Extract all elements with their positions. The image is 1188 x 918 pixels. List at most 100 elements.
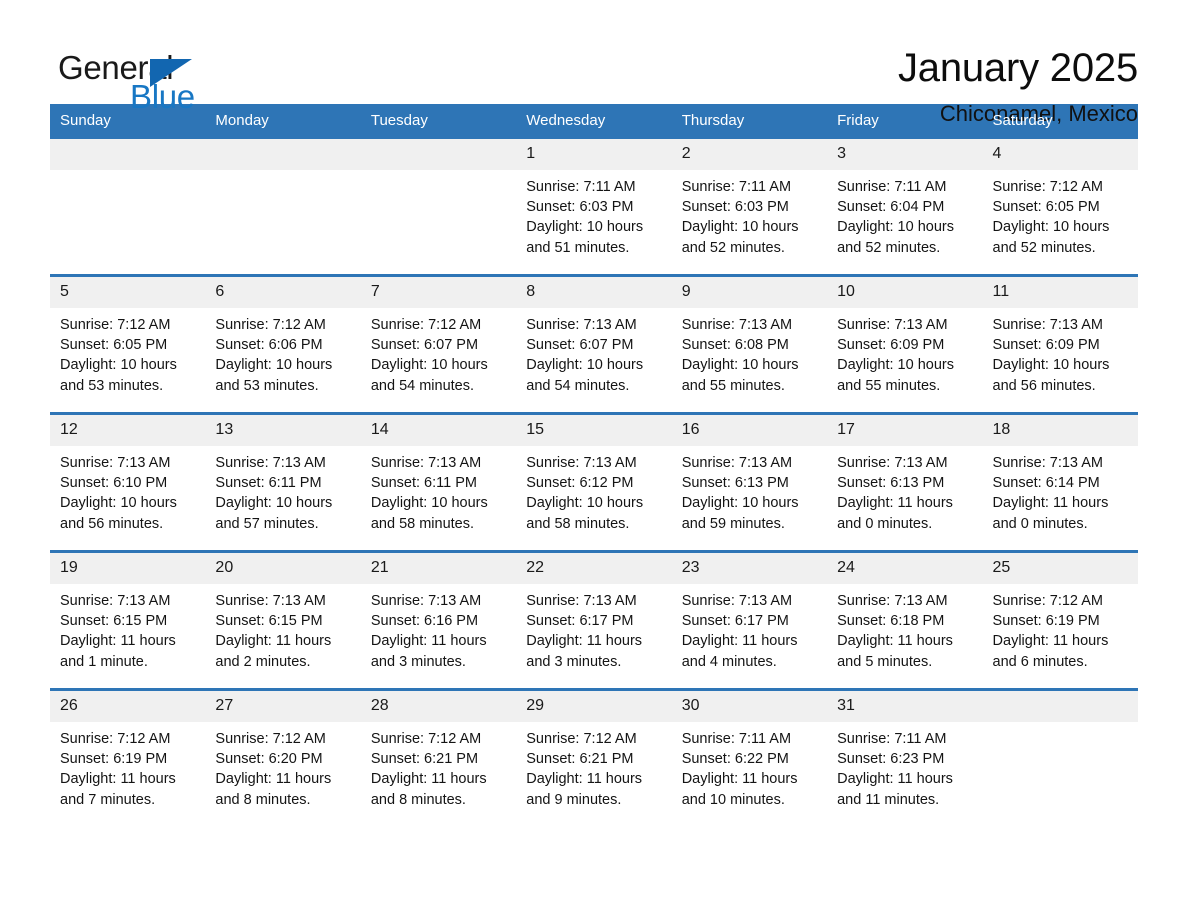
calendar-day-cell[interactable] [360,139,517,276]
daylight-text-line1: Daylight: 11 hours [992,633,1109,650]
day-number: 25 [982,553,1138,584]
page-title: January 2025 [897,46,1138,90]
day-number: 18 [982,415,1138,446]
daylight-text-line1: Daylight: 10 hours [837,357,954,374]
general-blue-logo[interactable]: General Blue [50,44,250,120]
calendar-day: 1 Sunrise: 7:11 AM Sunset: 6:03 PM Daylight… [516,139,672,274]
sunrise-text: Sunrise: 7:12 AM [370,317,482,333]
day-details: Sunrise: 7:12 AM Sunset: 6:05 PM Daylight:… [983,170,1138,258]
calendar-day-cell[interactable]: 9 Sunrise: 7:13 AM Sunset: 6:08 PM Daylight… [671,274,828,414]
calendar-day-cell[interactable]: 30 Sunrise: 7:11 AM Sunset: 6:22 PM Dayligh… [671,688,828,826]
calendar-day-cell[interactable]: 21 Sunrise: 7:13 AM Sunset: 6:16 PM Dayligh… [360,550,517,690]
sunrise-text: Sunrise: 7:13 AM [837,593,948,609]
calendar-day-cell[interactable]: 10 Sunrise: 7:13 AM Sunset: 6:09 PM Dayligh… [827,274,983,414]
calendar-day-cell[interactable]: 11 Sunrise: 7:13 AM Sunset: 6:09 PM Dayligh… [982,274,1138,414]
day-details: Sunrise: 7:13 AM Sunset: 6:17 PM Daylight:… [672,584,827,672]
calendar-day-cell[interactable]: 3 Sunrise: 7:11 AM Sunset: 6:04 PM Daylight… [827,139,983,276]
calendar-table: Sunday Monday Tuesday Wednesday Thursday… [50,104,1138,826]
calendar-day-cell[interactable] [982,688,1138,826]
sunrise-text: Sunrise: 7:12 AM [992,179,1103,195]
sunset-text: Sunset: 6:13 PM [681,475,789,492]
calendar-day-cell[interactable]: 5 Sunrise: 7:12 AM Sunset: 6:05 PM Daylight… [50,274,206,414]
calendar-day: 31 Sunrise: 7:11 AM Sunset: 6:23 PM Dayligh… [827,691,983,826]
calendar-day: 8 Sunrise: 7:13 AM Sunset: 6:07 PM Daylight… [516,277,672,412]
calendar-day: 19 Sunrise: 7:13 AM Sunset: 6:15 PM Dayligh… [50,553,206,688]
day-details: Sunrise: 7:12 AM Sunset: 6:19 PM Daylight:… [983,584,1138,672]
day-details: Sunrise: 7:11 AM Sunset: 6:23 PM Daylight:… [827,722,982,810]
sunrise-text: Sunrise: 7:13 AM [681,455,793,471]
calendar-day-cell[interactable]: 16 Sunrise: 7:13 AM Sunset: 6:13 PM Dayligh… [671,412,828,552]
calendar-week-row: 1 Sunrise: 7:11 AM Sunset: 6:03 PM Daylight… [50,139,1138,276]
sunrise-text: Sunrise: 7:11 AM [681,731,792,747]
calendar-day-cell[interactable]: 18 Sunrise: 7:13 AM Sunset: 6:14 PM Dayligh… [982,412,1138,552]
calendar-day-cell[interactable]: 7 Sunrise: 7:12 AM Sunset: 6:07 PM Daylight… [360,274,517,414]
daylight-text-line1: Daylight: 10 hours [526,495,644,512]
calendar-day-cell[interactable]: 29 Sunrise: 7:12 AM Sunset: 6:21 PM Dayligh… [516,688,672,826]
calendar-day-cell[interactable]: 17 Sunrise: 7:13 AM Sunset: 6:13 PM Dayligh… [827,412,983,552]
calendar-day: 11 Sunrise: 7:13 AM Sunset: 6:09 PM Dayligh… [982,277,1138,412]
sunset-text: Sunset: 6:16 PM [370,613,479,630]
daylight-text-line1: Daylight: 11 hours [681,771,798,788]
sunrise-text: Sunrise: 7:13 AM [526,593,637,609]
daylight-text-line2: and 0 minutes. [992,515,1088,532]
calendar-day-cell[interactable]: 4 Sunrise: 7:12 AM Sunset: 6:05 PM Daylight… [982,139,1138,276]
sunrise-text: Sunrise: 7:13 AM [681,317,793,333]
calendar-day-cell[interactable]: 22 Sunrise: 7:13 AM Sunset: 6:17 PM Dayligh… [516,550,672,690]
calendar-day-cell[interactable]: 20 Sunrise: 7:13 AM Sunset: 6:15 PM Dayligh… [205,550,361,690]
calendar-day-cell[interactable]: 19 Sunrise: 7:13 AM Sunset: 6:15 PM Dayligh… [50,550,206,690]
day-details: Sunrise: 7:13 AM Sunset: 6:14 PM Daylight:… [983,446,1138,534]
calendar-day-cell[interactable]: 23 Sunrise: 7:13 AM Sunset: 6:17 PM Dayligh… [671,550,828,690]
day-number: 31 [827,691,983,722]
calendar-day: 22 Sunrise: 7:13 AM Sunset: 6:17 PM Dayligh… [516,553,672,688]
calendar-day-cell[interactable]: 1 Sunrise: 7:11 AM Sunset: 6:03 PM Daylight… [516,139,672,276]
sunrise-text: Sunrise: 7:11 AM [837,731,947,747]
calendar-day-cell[interactable] [50,139,206,276]
day-number: 11 [982,277,1138,308]
calendar-day-cell[interactable]: 15 Sunrise: 7:13 AM Sunset: 6:12 PM Dayligh… [516,412,672,552]
calendar-day-cell[interactable]: 25 Sunrise: 7:12 AM Sunset: 6:19 PM Dayligh… [982,550,1138,690]
daylight-text-line2: and 52 minutes. [681,239,785,256]
day-number: 21 [360,553,517,584]
calendar-day: 9 Sunrise: 7:13 AM Sunset: 6:08 PM Daylight… [671,277,828,412]
day-details: Sunrise: 7:11 AM Sunset: 6:22 PM Daylight:… [672,722,827,810]
calendar-day-cell[interactable]: 31 Sunrise: 7:11 AM Sunset: 6:23 PM Dayligh… [827,688,983,826]
calendar-day: 28 Sunrise: 7:12 AM Sunset: 6:21 PM Dayligh… [360,691,517,826]
day-number: 9 [671,277,828,308]
calendar-day-cell[interactable]: 24 Sunrise: 7:13 AM Sunset: 6:18 PM Dayligh… [827,550,983,690]
calendar-day-cell[interactable]: 12 Sunrise: 7:13 AM Sunset: 6:10 PM Dayligh… [50,412,206,552]
calendar-day-cell[interactable]: 2 Sunrise: 7:11 AM Sunset: 6:03 PM Daylight… [671,139,828,276]
calendar-day-cell[interactable]: 27 Sunrise: 7:12 AM Sunset: 6:20 PM Dayligh… [205,688,361,826]
calendar-day-cell[interactable]: 14 Sunrise: 7:13 AM Sunset: 6:11 PM Dayligh… [360,412,517,552]
daylight-text-line1: Daylight: 10 hours [215,495,333,512]
daylight-text-line2: and 11 minutes. [837,791,940,808]
weekday-header-tuesday: Tuesday [360,104,517,139]
calendar-day-cell[interactable]: 28 Sunrise: 7:12 AM Sunset: 6:21 PM Dayligh… [360,688,517,826]
daylight-text-line1: Daylight: 11 hours [215,771,332,788]
sunset-text: Sunset: 6:17 PM [526,613,634,630]
calendar-day-cell[interactable]: 6 Sunrise: 7:12 AM Sunset: 6:06 PM Daylight… [205,274,361,414]
sunset-text: Sunset: 6:10 PM [60,475,168,492]
calendar-day: 5 Sunrise: 7:12 AM Sunset: 6:05 PM Daylight… [50,277,206,412]
calendar-day: 13 Sunrise: 7:13 AM Sunset: 6:11 PM Dayligh… [205,415,361,550]
calendar-day: 3 Sunrise: 7:11 AM Sunset: 6:04 PM Daylight… [827,139,983,274]
day-details: Sunrise: 7:13 AM Sunset: 6:13 PM Daylight:… [827,446,982,534]
calendar-day-cell[interactable]: 8 Sunrise: 7:13 AM Sunset: 6:07 PM Daylight… [516,274,672,414]
day-details: Sunrise: 7:13 AM Sunset: 6:11 PM Daylight:… [205,446,360,534]
calendar-day-cell[interactable]: 13 Sunrise: 7:13 AM Sunset: 6:11 PM Dayligh… [205,412,361,552]
calendar-day: 18 Sunrise: 7:13 AM Sunset: 6:14 PM Dayligh… [982,415,1138,550]
calendar-day-cell[interactable] [205,139,361,276]
calendar-day-cell[interactable]: 26 Sunrise: 7:12 AM Sunset: 6:19 PM Dayligh… [50,688,206,826]
calendar-day: 10 Sunrise: 7:13 AM Sunset: 6:09 PM Dayligh… [827,277,983,412]
daylight-text-line2: and 54 minutes. [370,377,475,394]
daylight-text-line2: and 7 minutes. [60,791,156,808]
day-details: Sunrise: 7:13 AM Sunset: 6:07 PM Daylight:… [516,308,671,396]
daylight-text-line1: Daylight: 10 hours [837,219,954,236]
calendar-day: 14 Sunrise: 7:13 AM Sunset: 6:11 PM Dayligh… [360,415,517,550]
calendar-day: 2 Sunrise: 7:11 AM Sunset: 6:03 PM Daylight… [671,139,828,274]
day-number: 5 [50,277,206,308]
sunset-text: Sunset: 6:19 PM [992,613,1100,630]
sunrise-text: Sunrise: 7:12 AM [60,731,171,747]
day-number: 12 [50,415,206,446]
daylight-text-line1: Daylight: 10 hours [681,219,799,236]
daylight-text-line1: Daylight: 10 hours [370,357,488,374]
